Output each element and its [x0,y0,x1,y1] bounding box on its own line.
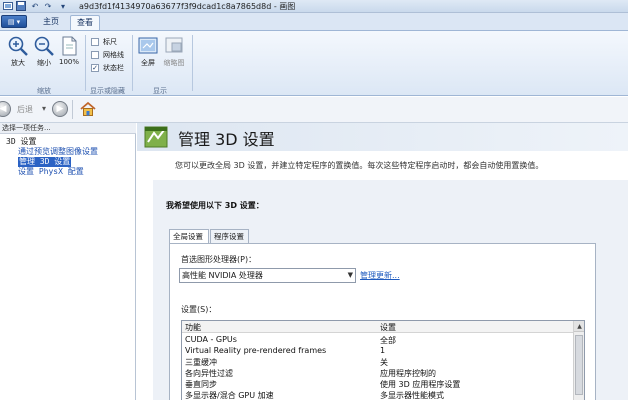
actual-size-label: 100% [58,58,79,66]
actual-size-icon [58,35,80,57]
actual-size-button[interactable]: 100% [57,35,81,66]
preferred-gpu-label: 首选图形处理器(P)： [181,255,257,264]
tree-item-3d-settings[interactable]: 3D 设置 [6,137,36,147]
row-feature: Virtual Reality pre-rendered frames [185,346,327,355]
chevron-down-icon: ▼ [347,271,353,279]
statusbar-checkbox[interactable]: ✓ 状态栏 [91,62,124,73]
nav-separator [72,100,73,119]
manage-updates-link[interactable]: 管理更新... [360,270,400,281]
zoom-out-button[interactable]: 缩小 [32,35,56,68]
zoom-out-icon [33,35,55,57]
undo-icon[interactable]: ↶ [30,1,40,11]
thumbnail-icon [163,35,185,57]
ribbon: 放大 缩小 100% 缩放 标尺 网格线 ✓ 状态栏 显示或隐藏 全屏 缩略图 … [0,30,628,96]
gridlines-checkbox[interactable]: 网格线 [91,49,124,60]
fullscreen-label: 全屏 [141,59,155,67]
home-icon[interactable] [79,100,97,118]
statusbar-label: 状态栏 [103,63,124,72]
zoom-out-label: 缩小 [37,59,51,67]
row-feature: 各向异性过滤 [185,369,233,378]
navigation-bar: ◀ 后退 ▾ ▶ [0,97,628,123]
3d-settings-icon [144,125,168,149]
tab-global-settings[interactable]: 全局设置 [169,229,209,244]
title-bar: ↶ ↷ ▾ a9d3fd1f4134970a63677f3f9dcad1c8a7… [0,0,628,13]
row-feature: 三重缓冲 [185,358,217,367]
zoom-group-label: 缩放 [37,87,51,95]
group-separator [132,35,133,91]
tab-program-settings[interactable]: 程序设置 [210,229,249,243]
main-content: 管理 3D 设置 您可以更改全局 3D 设置，并建立特定程序的置换值。每次这些特… [137,123,628,400]
ruler-checkbox[interactable]: 标尺 [91,36,117,47]
fullscreen-button[interactable]: 全屏 [136,35,160,68]
row-setting: 1 [380,346,386,355]
scrollbar-thumb[interactable] [575,335,583,395]
page-description: 您可以更改全局 3D 设置，并建立特定程序的置换值。每次这些特定程序启动时，都会… [175,161,544,170]
zoom-in-label: 放大 [11,59,25,67]
row-setting: 关 [380,358,388,367]
gridlines-label: 网格线 [103,50,124,59]
display-group-label: 显示 [153,87,167,95]
row-feature: CUDA - GPUs [185,335,237,344]
tab-home[interactable]: 主页 [37,15,65,30]
row-feature: 垂直同步 [185,380,217,389]
row-setting: 多显示器性能模式 [380,391,444,400]
ruler-label: 标尺 [103,37,117,46]
ruler-check-box[interactable] [91,37,99,46]
back-label[interactable]: 后退 [17,104,33,115]
window-title: a9d3fd1f4134970a63677f3f9dcad1c8a7865d8d… [79,2,296,11]
row-feature: 多显示器/混合 GPU 加速 [185,391,274,400]
statusbar-check-box[interactable]: ✓ [91,63,99,72]
column-header-feature[interactable]: 功能 [185,322,201,333]
zoom-in-icon [7,35,29,57]
history-dropdown-icon[interactable]: ▾ [42,104,46,113]
group-separator [192,35,193,91]
column-header-setting[interactable]: 设置 [380,322,396,333]
settings-scrollbar[interactable]: ▲ [573,321,584,400]
scroll-up-icon[interactable]: ▲ [574,321,584,332]
back-arrow-icon[interactable]: ◀ [0,101,11,117]
row-setting: 使用 3D 应用程序设置 [380,380,461,389]
save-icon[interactable] [16,1,26,11]
tree-item-manage-3d-settings[interactable]: 管理 3D 设置 [18,157,72,167]
zoom-in-button[interactable]: 放大 [6,35,30,68]
settings-table: 功能 设置 CUDA - GPUs 全部 Virtual Reality pre… [181,320,585,400]
show-group-label: 显示或隐藏 [90,87,125,95]
thumbnail-button[interactable]: 缩略图 [162,35,186,68]
app-icon [3,1,13,11]
fullscreen-icon [137,35,159,57]
section-title: 我希望使用以下 3D 设置： [166,201,264,210]
preferred-gpu-value: 高性能 NVIDIA 处理器 [182,271,263,280]
tree-item-adjust-image-settings[interactable]: 通过预览调整图像设置 [18,147,98,157]
page-header: 管理 3D 设置 [137,123,628,151]
row-setting: 全部 [380,336,396,345]
thumbnail-label: 缩略图 [163,59,185,67]
table-header: 功能 设置 [182,321,574,333]
gridlines-check-box[interactable] [91,50,99,59]
redo-icon[interactable]: ↷ [43,1,53,11]
task-pane-header: 选择一项任务... [0,123,136,134]
app-menu-button[interactable]: ▤ ▾ [1,15,27,28]
ribbon-tab-row: ▤ ▾ 主页 查看 [0,13,628,30]
tab-view[interactable]: 查看 [70,15,100,30]
customize-quick-access-icon[interactable]: ▾ [58,1,68,11]
group-separator [85,35,86,91]
forward-arrow-icon[interactable]: ▶ [52,101,68,117]
row-setting: 应用程序控制的 [380,369,436,378]
settings-label: 设置(S)： [181,305,217,314]
task-pane: 选择一项任务... 3D 设置 通过预览调整图像设置 管理 3D 设置 设置 P… [0,123,136,400]
tree-item-physx-configuration[interactable]: 设置 PhysX 配置 [18,167,84,177]
preferred-gpu-select[interactable]: 高性能 NVIDIA 处理器 ▼ [179,268,356,283]
page-title: 管理 3D 设置 [178,130,275,149]
